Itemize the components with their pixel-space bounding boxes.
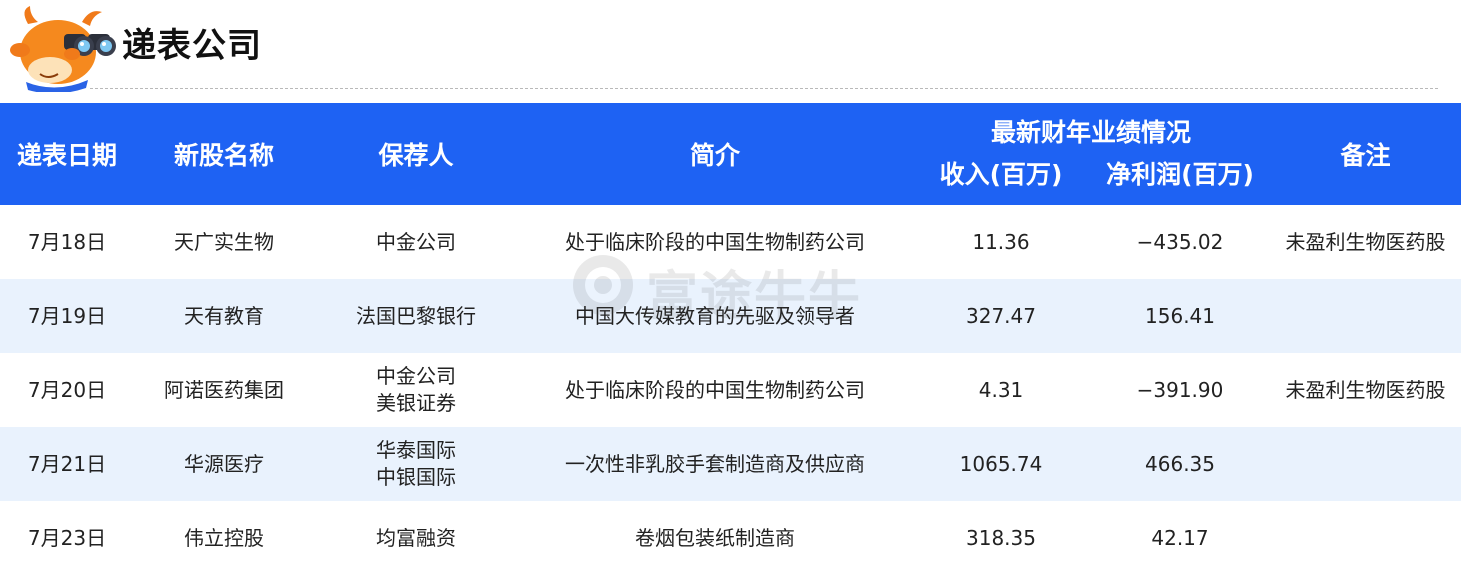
cell-net-profit: 156.41 — [1090, 279, 1271, 353]
cell-date: 7月23日 — [0, 501, 134, 575]
cell-revenue: 327.47 — [912, 279, 1090, 353]
cell-remark — [1270, 427, 1461, 501]
cell-name: 华源医疗 — [134, 427, 314, 501]
table-row: 7月23日 伟立控股 均富融资 卷烟包装纸制造商 318.35 42.17 — [0, 501, 1461, 575]
bull-mascot-icon — [10, 6, 116, 92]
col-header-remark: 备注 — [1270, 103, 1461, 205]
title-divider — [90, 88, 1438, 89]
cell-name: 天广实生物 — [134, 205, 314, 279]
cell-net-profit: 42.17 — [1090, 501, 1271, 575]
col-header-performance: 最新财年业绩情况 — [912, 103, 1271, 151]
ipo-filing-table: 递表日期 新股名称 保荐人 简介 最新财年业绩情况 备注 收入(百万) 净利润(… — [0, 103, 1461, 575]
cell-sponsor: 中金公司 美银证券 — [314, 353, 518, 427]
col-header-name: 新股名称 — [134, 103, 314, 205]
cell-intro: 一次性非乳胶手套制造商及供应商 — [518, 427, 912, 501]
cell-revenue: 318.35 — [912, 501, 1090, 575]
sponsor-name: 中银国际 — [376, 465, 456, 489]
table-row: 7月18日 天广实生物 中金公司 处于临床阶段的中国生物制药公司 11.36 −435.0… — [0, 205, 1461, 279]
cell-revenue: 1065.74 — [912, 427, 1090, 501]
cell-sponsor: 华泰国际 中银国际 — [314, 427, 518, 501]
table-row: 7月21日 华源医疗 华泰国际 中银国际 一次性非乳胶手套制造商及供应商 1065.74 4… — [0, 427, 1461, 501]
col-header-net-profit: 净利润(百万) — [1090, 151, 1271, 205]
cell-remark — [1270, 501, 1461, 575]
table-row: 7月19日 天有教育 法国巴黎银行 中国大传媒教育的先驱及领导者 327.47 156.4… — [0, 279, 1461, 353]
sponsor-name: 华泰国际 — [376, 438, 456, 462]
sponsor-name: 美银证券 — [376, 391, 456, 415]
cell-net-profit: −435.02 — [1090, 205, 1271, 279]
cell-date: 7月19日 — [0, 279, 134, 353]
page-title: 递表公司 — [122, 26, 262, 66]
cell-sponsor: 法国巴黎银行 — [314, 279, 518, 353]
cell-intro: 中国大传媒教育的先驱及领导者 — [518, 279, 912, 353]
cell-name: 伟立控股 — [134, 501, 314, 575]
cell-intro: 卷烟包装纸制造商 — [518, 501, 912, 575]
cell-revenue: 11.36 — [912, 205, 1090, 279]
cell-net-profit: 466.35 — [1090, 427, 1271, 501]
col-header-date: 递表日期 — [0, 103, 134, 205]
sponsor-name: 均富融资 — [376, 525, 456, 550]
table-body: 7月18日 天广实生物 中金公司 处于临床阶段的中国生物制药公司 11.36 −435.0… — [0, 205, 1461, 575]
col-header-intro: 简介 — [518, 103, 912, 205]
cell-date: 7月18日 — [0, 205, 134, 279]
cell-name: 天有教育 — [134, 279, 314, 353]
sponsor-name: 中金公司 — [376, 364, 456, 388]
cell-remark — [1270, 279, 1461, 353]
cell-net-profit: −391.90 — [1090, 353, 1271, 427]
col-header-sponsor: 保荐人 — [314, 103, 518, 205]
cell-intro: 处于临床阶段的中国生物制药公司 — [518, 353, 912, 427]
cell-name: 阿诺医药集团 — [134, 353, 314, 427]
cell-sponsor: 中金公司 — [314, 205, 518, 279]
table-row: 7月20日 阿诺医药集团 中金公司 美银证券 处于临床阶段的中国生物制药公司 4.31 −3… — [0, 353, 1461, 427]
cell-remark: 未盈利生物医药股 — [1270, 353, 1461, 427]
cell-remark: 未盈利生物医药股 — [1270, 205, 1461, 279]
col-header-revenue: 收入(百万) — [912, 151, 1090, 205]
cell-revenue: 4.31 — [912, 353, 1090, 427]
cell-intro: 处于临床阶段的中国生物制药公司 — [518, 205, 912, 279]
header-row: 递表日期 新股名称 保荐人 简介 最新财年业绩情况 备注 — [0, 103, 1461, 205]
cell-date: 7月20日 — [0, 353, 134, 427]
cell-date: 7月21日 — [0, 427, 134, 501]
sponsor-name: 法国巴黎银行 — [356, 303, 476, 328]
cell-sponsor: 均富融资 — [314, 501, 518, 575]
sponsor-name: 中金公司 — [376, 229, 456, 254]
page-header: 递表公司 — [0, 0, 1461, 100]
